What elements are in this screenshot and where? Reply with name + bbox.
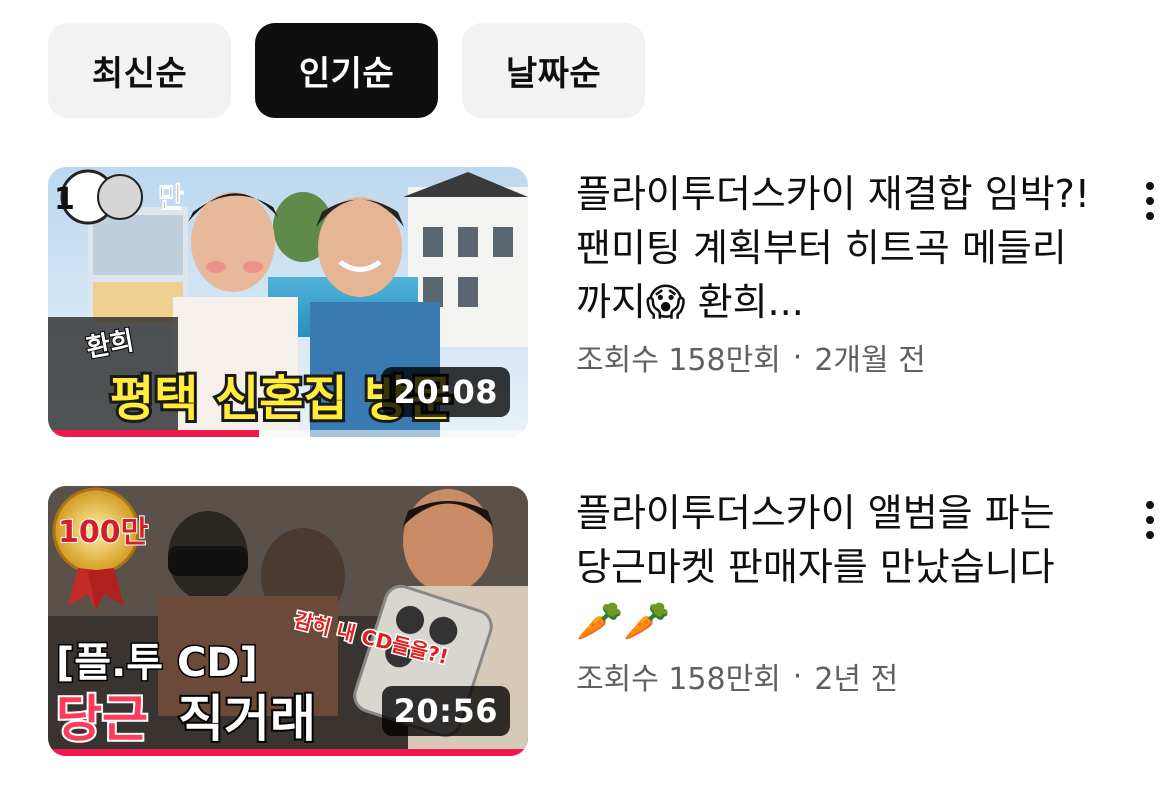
watch-progress xyxy=(48,430,528,437)
stats-separator: · xyxy=(792,339,803,375)
svg-text:만: 만 xyxy=(158,181,184,214)
chip-latest[interactable]: 최신순 xyxy=(48,23,231,118)
video-stats: 조회수 158만회 · 2년 전 xyxy=(576,654,1096,698)
video-thumbnail[interactable]: 100만 감히 내 CD들을?! [플.투 CD] 당근 직거래 20:56 xyxy=(48,486,528,756)
view-count: 조회수 158만회 xyxy=(576,662,781,697)
video-meta: 플라이투더스카이 재결합 임박?! 팬미팅 계획부터 히트곡 메들리까지😱 환희… xyxy=(576,167,1096,379)
more-options-icon[interactable] xyxy=(1130,177,1170,225)
sort-chip-bar: 최신순 인기순 날짜순 xyxy=(48,23,645,118)
watch-progress-fill xyxy=(48,749,528,756)
watch-progress xyxy=(48,749,528,756)
svg-text:1: 1 xyxy=(54,182,75,217)
video-title[interactable]: 플라이투더스카이 앨범을 파는 당근마켓 판매자를 만났습니다 🥕🥕 xyxy=(576,486,1096,648)
view-count: 조회수 158만회 xyxy=(576,343,781,378)
chip-date[interactable]: 날짜순 xyxy=(462,23,645,118)
more-options-icon[interactable] xyxy=(1130,496,1170,544)
stats-separator: · xyxy=(792,658,803,694)
upload-age: 2년 전 xyxy=(814,662,899,697)
video-meta: 플라이투더스카이 앨범을 파는 당근마켓 판매자를 만났습니다 🥕🥕 조회수 1… xyxy=(576,486,1096,698)
video-stats: 조회수 158만회 · 2개월 전 xyxy=(576,335,1096,379)
watch-progress-fill xyxy=(48,430,260,437)
video-duration: 20:08 xyxy=(381,367,510,417)
chip-popular[interactable]: 인기순 xyxy=(255,23,438,118)
video-title[interactable]: 플라이투더스카이 재결합 임박?! 팬미팅 계획부터 히트곡 메들리까지😱 환희… xyxy=(576,167,1096,329)
video-thumbnail[interactable]: 만 1 환희 평택 신혼집 방문 20:08 xyxy=(48,167,528,437)
video-duration: 20:56 xyxy=(381,686,510,736)
upload-age: 2개월 전 xyxy=(814,343,926,378)
